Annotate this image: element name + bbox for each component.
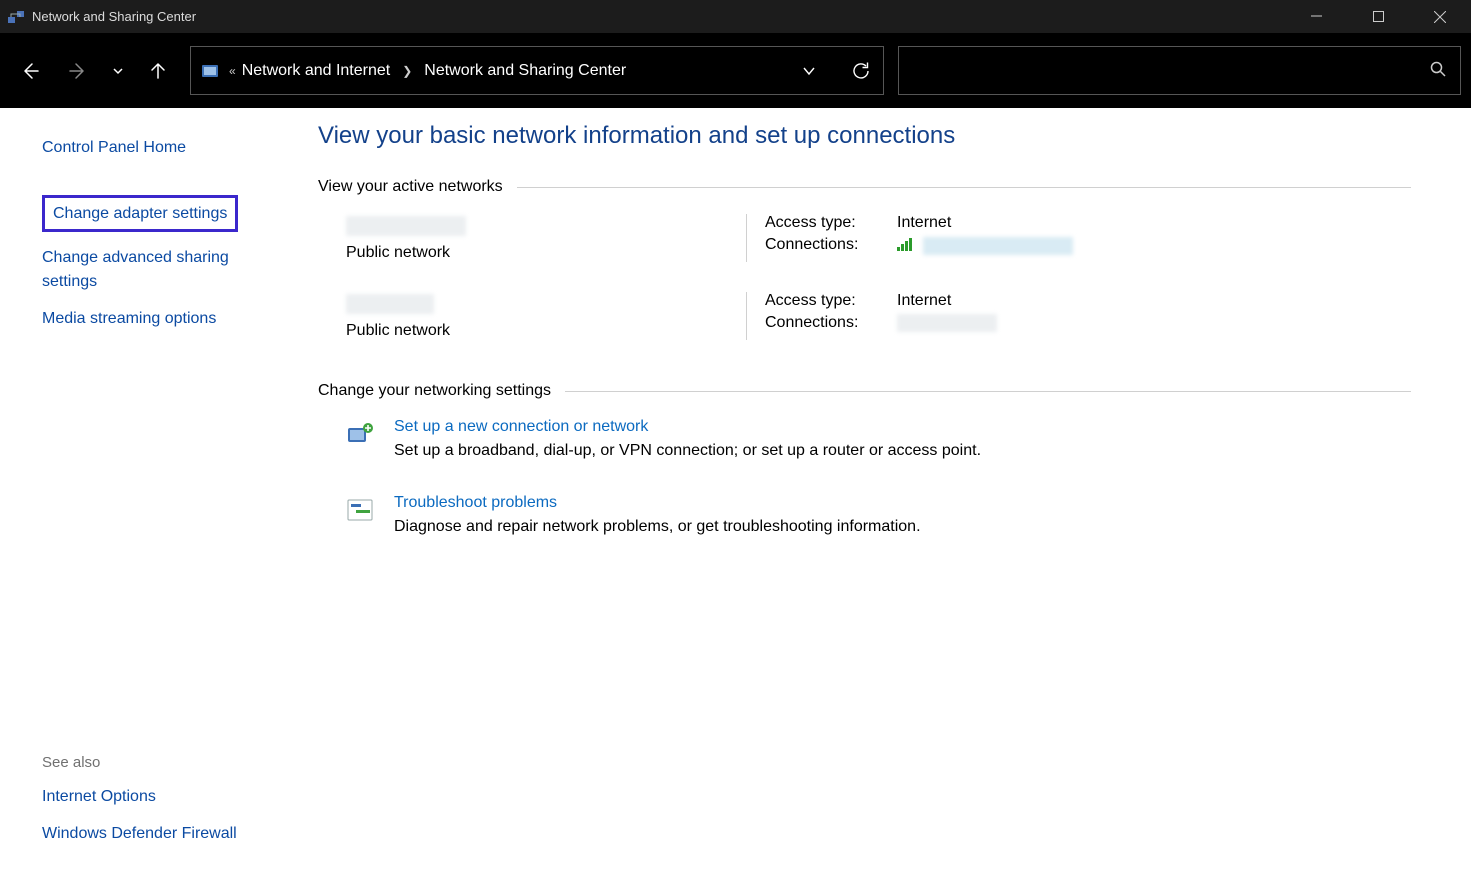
- access-type-value: Internet: [897, 214, 951, 232]
- window-title: Network and Sharing Center: [32, 9, 196, 24]
- close-button[interactable]: [1409, 0, 1471, 33]
- titlebar: Network and Sharing Center: [0, 0, 1471, 33]
- search-icon[interactable]: [1430, 61, 1446, 81]
- sidebar-change-advanced-sharing[interactable]: Change advanced sharing settings: [42, 246, 280, 292]
- sidebar-internet-options[interactable]: Internet Options: [42, 785, 280, 808]
- content-pane: View your basic network information and …: [300, 108, 1471, 877]
- access-type-value: Internet: [897, 292, 951, 310]
- setup-connection-icon: [346, 420, 376, 450]
- network-type: Public network: [346, 322, 746, 340]
- connections-value[interactable]: [897, 314, 997, 332]
- network-row: Public network Access type: Internet Con…: [346, 214, 1411, 262]
- troubleshoot-icon: [346, 496, 376, 526]
- forward-button[interactable]: [58, 51, 98, 91]
- breadcrumb-leaf[interactable]: Network and Sharing Center: [424, 62, 626, 80]
- connections-value[interactable]: [897, 236, 1073, 255]
- network-type: Public network: [346, 244, 746, 262]
- connections-label: Connections:: [765, 236, 897, 255]
- access-type-label: Access type:: [765, 292, 897, 310]
- control-panel-icon: [199, 60, 221, 82]
- network-name-redacted: [346, 216, 466, 236]
- sidebar-control-panel-home[interactable]: Control Panel Home: [42, 136, 280, 159]
- wifi-signal-icon: [897, 237, 915, 251]
- page-title: View your basic network information and …: [318, 122, 1411, 150]
- see-also-header: See also: [42, 754, 280, 771]
- setup-connection-item: Set up a new connection or network Set u…: [346, 418, 1411, 460]
- troubleshoot-desc: Diagnose and repair network problems, or…: [394, 518, 921, 535]
- window-controls: [1285, 0, 1471, 33]
- troubleshoot-link[interactable]: Troubleshoot problems: [394, 494, 557, 512]
- navigation-toolbar: « Network and Internet ❯ Network and Sha…: [0, 33, 1471, 108]
- sidebar-change-adapter-settings[interactable]: Change adapter settings: [42, 195, 238, 232]
- minimize-button[interactable]: [1285, 0, 1347, 33]
- active-networks-header: View your active networks: [318, 178, 1411, 196]
- connection-name-redacted: [897, 314, 997, 332]
- address-history-dropdown[interactable]: [787, 47, 831, 94]
- maximize-button[interactable]: [1347, 0, 1409, 33]
- access-type-label: Access type:: [765, 214, 897, 232]
- breadcrumb-overflow-icon[interactable]: «: [229, 64, 234, 78]
- sidebar: Control Panel Home Change adapter settin…: [0, 108, 300, 877]
- chevron-right-icon: ❯: [402, 64, 412, 78]
- refresh-button[interactable]: [839, 47, 883, 94]
- search-bar[interactable]: [898, 46, 1461, 95]
- up-button[interactable]: [138, 51, 178, 91]
- change-settings-header: Change your networking settings: [318, 382, 1411, 400]
- app-icon: [8, 9, 24, 25]
- address-bar[interactable]: « Network and Internet ❯ Network and Sha…: [190, 46, 884, 95]
- troubleshoot-item: Troubleshoot problems Diagnose and repai…: [346, 494, 1411, 536]
- connections-label: Connections:: [765, 314, 897, 332]
- connection-name-redacted: [923, 237, 1073, 255]
- breadcrumb-root[interactable]: Network and Internet: [242, 62, 391, 80]
- search-input[interactable]: [899, 62, 1430, 79]
- setup-connection-desc: Set up a broadband, dial-up, or VPN conn…: [394, 442, 981, 459]
- sidebar-windows-defender-firewall[interactable]: Windows Defender Firewall: [42, 822, 280, 845]
- recent-locations-dropdown[interactable]: [106, 51, 130, 91]
- network-name-redacted: [346, 294, 434, 314]
- network-row: Public network Access type: Internet Con…: [346, 292, 1411, 340]
- back-button[interactable]: [10, 51, 50, 91]
- setup-connection-link[interactable]: Set up a new connection or network: [394, 418, 648, 436]
- sidebar-media-streaming-options[interactable]: Media streaming options: [42, 307, 280, 330]
